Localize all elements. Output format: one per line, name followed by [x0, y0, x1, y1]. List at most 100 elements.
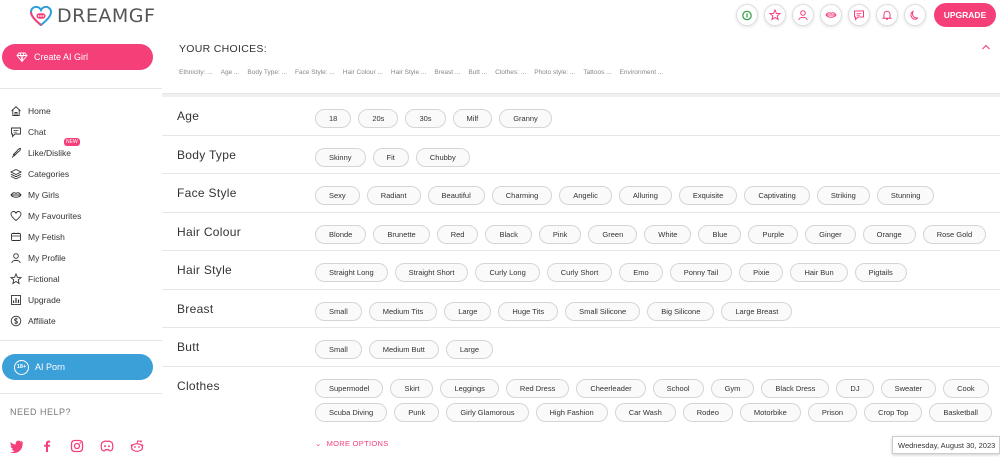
- option-pill[interactable]: 30s: [405, 109, 446, 128]
- option-pill[interactable]: Scuba Diving: [315, 403, 388, 422]
- choice-tag[interactable]: Clothes: ...: [495, 69, 526, 76]
- option-pill[interactable]: Prison: [807, 403, 858, 422]
- sidebar-item-my-fetish[interactable]: My Fetish: [10, 227, 81, 248]
- sidebar-item-categories[interactable]: Categories: [10, 163, 81, 184]
- option-pill[interactable]: Milf: [452, 109, 493, 128]
- option-pill[interactable]: Chubby: [415, 148, 470, 167]
- option-pill[interactable]: Basketball: [929, 403, 992, 422]
- choice-tag[interactable]: Tattoos ...: [583, 69, 611, 76]
- more-options-button[interactable]: ⌄ MORE OPTIONS: [315, 439, 389, 448]
- option-pill[interactable]: Girly Glamorous: [446, 403, 529, 422]
- option-pill[interactable]: Medium Butt: [368, 340, 439, 359]
- option-pill[interactable]: Supermodel: [315, 379, 384, 398]
- option-pill[interactable]: Radiant: [366, 186, 421, 205]
- option-pill[interactable]: Black Dress: [761, 379, 830, 398]
- option-pill[interactable]: Stunning: [876, 186, 935, 205]
- choice-tag[interactable]: Environment ...: [620, 69, 664, 76]
- discord-icon[interactable]: [100, 439, 114, 453]
- sidebar-item-upgrade[interactable]: Upgrade: [10, 290, 81, 311]
- choice-tag[interactable]: Hair Colour ...: [343, 69, 383, 76]
- option-pill[interactable]: DJ: [836, 379, 874, 398]
- choice-tag[interactable]: Body Type: ...: [247, 69, 287, 76]
- facebook-icon[interactable]: [40, 439, 54, 453]
- option-pill[interactable]: Curly Long: [475, 263, 540, 282]
- option-pill[interactable]: Small: [315, 340, 362, 359]
- option-pill[interactable]: Small Silicone: [565, 302, 641, 321]
- option-pill[interactable]: Purple: [748, 225, 799, 244]
- choice-tag[interactable]: Face Style: ...: [295, 69, 335, 76]
- option-pill[interactable]: White: [644, 225, 692, 244]
- option-pill[interactable]: Striking: [816, 186, 870, 205]
- ai-porn-button[interactable]: 18+ AI Porn: [2, 354, 153, 380]
- option-pill[interactable]: Red Dress: [505, 379, 570, 398]
- coin-icon[interactable]: [736, 4, 758, 26]
- star-icon[interactable]: [764, 4, 786, 26]
- option-pill[interactable]: Straight Long: [315, 263, 388, 282]
- bell-icon[interactable]: [876, 4, 898, 26]
- option-pill[interactable]: Ginger: [805, 225, 856, 244]
- option-pill[interactable]: Cook: [943, 379, 989, 398]
- option-pill[interactable]: Curly Short: [546, 263, 613, 282]
- option-pill[interactable]: Motorbike: [739, 403, 801, 422]
- lips-icon[interactable]: [820, 4, 842, 26]
- option-pill[interactable]: Pigtails: [854, 263, 907, 282]
- option-pill[interactable]: Skirt: [390, 379, 434, 398]
- option-pill[interactable]: Pixie: [739, 263, 784, 282]
- choice-tag[interactable]: Hair Style ...: [391, 69, 426, 76]
- sidebar-item-affiliate[interactable]: Affiliate: [10, 311, 81, 332]
- sidebar-item-fictional[interactable]: Fictional: [10, 269, 81, 290]
- option-pill[interactable]: Pink: [538, 225, 582, 244]
- create-ai-girl-button[interactable]: Create AI Girl: [2, 44, 153, 70]
- option-pill[interactable]: Fit: [372, 148, 409, 167]
- option-pill[interactable]: High Fashion: [535, 403, 608, 422]
- choice-tag[interactable]: Age ...: [221, 69, 240, 76]
- option-pill[interactable]: Angelic: [559, 186, 612, 205]
- sidebar-item-my-favourites[interactable]: My Favourites: [10, 205, 81, 226]
- user-icon[interactable]: [792, 4, 814, 26]
- option-pill[interactable]: Rodeo: [682, 403, 733, 422]
- option-pill[interactable]: Punk: [394, 403, 440, 422]
- option-pill[interactable]: 20s: [358, 109, 399, 128]
- sidebar-item-my-girls[interactable]: My Girls: [10, 184, 81, 205]
- option-pill[interactable]: 18: [315, 109, 352, 128]
- option-pill[interactable]: Crop Top: [864, 403, 923, 422]
- option-pill[interactable]: Hair Bun: [790, 263, 848, 282]
- moon-icon[interactable]: [904, 4, 926, 26]
- option-pill[interactable]: Granny: [499, 109, 552, 128]
- chevron-up-icon[interactable]: [981, 42, 991, 52]
- option-pill[interactable]: Ponny Tail: [669, 263, 733, 282]
- option-pill[interactable]: Rose Gold: [922, 225, 987, 244]
- choice-tag[interactable]: Photo style: ...: [534, 69, 575, 76]
- option-pill[interactable]: Brunette: [373, 225, 430, 244]
- sidebar-item-home[interactable]: Home: [10, 100, 81, 121]
- option-pill[interactable]: Leggings: [440, 379, 499, 398]
- option-pill[interactable]: Sweater: [880, 379, 937, 398]
- option-pill[interactable]: Alluring: [618, 186, 672, 205]
- choice-tag[interactable]: Breast ...: [434, 69, 460, 76]
- option-pill[interactable]: Black: [485, 225, 532, 244]
- option-pill[interactable]: Skinny: [315, 148, 366, 167]
- reddit-icon[interactable]: [130, 439, 144, 453]
- option-pill[interactable]: Large: [445, 340, 494, 359]
- option-pill[interactable]: Huge Tits: [498, 302, 559, 321]
- option-pill[interactable]: Big Silicone: [647, 302, 715, 321]
- choice-tag[interactable]: Butt ...: [468, 69, 487, 76]
- option-pill[interactable]: Charming: [491, 186, 553, 205]
- option-pill[interactable]: Cheerleader: [576, 379, 646, 398]
- logo[interactable]: DREAMGF: [30, 5, 155, 27]
- option-pill[interactable]: Gym: [710, 379, 755, 398]
- option-pill[interactable]: Blue: [698, 225, 742, 244]
- option-pill[interactable]: Captivating: [744, 186, 810, 205]
- option-pill[interactable]: Large: [444, 302, 492, 321]
- option-pill[interactable]: Car Wash: [614, 403, 676, 422]
- option-pill[interactable]: Blonde: [315, 225, 367, 244]
- sidebar-item-like-dislike[interactable]: Like/Dislike NEW: [10, 138, 81, 163]
- option-pill[interactable]: Sexy: [315, 186, 360, 205]
- choice-tag[interactable]: Ethnicity: ...: [179, 69, 213, 76]
- option-pill[interactable]: Beautiful: [427, 186, 485, 205]
- option-pill[interactable]: Red: [436, 225, 479, 244]
- option-pill[interactable]: Green: [588, 225, 638, 244]
- option-pill[interactable]: Medium Tits: [368, 302, 438, 321]
- sidebar-item-my-profile[interactable]: My Profile: [10, 248, 81, 269]
- option-pill[interactable]: Straight Short: [394, 263, 469, 282]
